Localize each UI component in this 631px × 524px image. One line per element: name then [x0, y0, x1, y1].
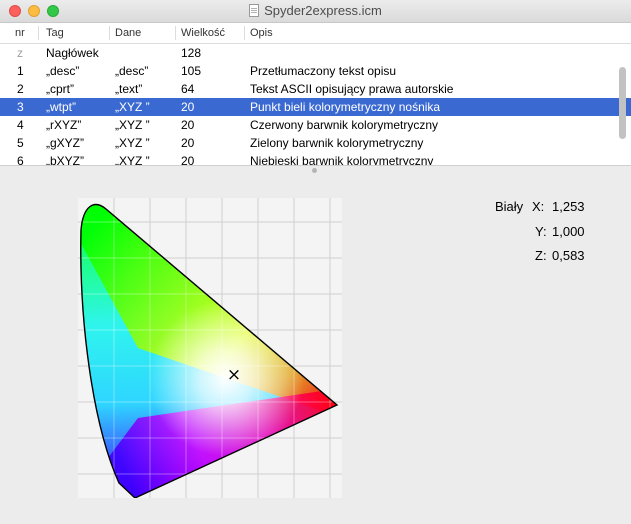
table-header: nr Tag Dane Wielkość Opis	[0, 23, 631, 44]
header-separator[interactable]	[109, 26, 110, 40]
table-scrollbar[interactable]	[619, 67, 626, 139]
divider-handle-icon[interactable]	[312, 168, 317, 173]
cell-tag: „bXYZ”	[46, 154, 85, 165]
y-label: Y:	[535, 224, 547, 239]
cell-size: 128	[181, 46, 202, 60]
header-data[interactable]: Dane	[115, 26, 141, 40]
cell-tag: „gXYZ”	[46, 136, 85, 150]
header-tag[interactable]: Tag	[46, 26, 64, 40]
cell-size: 20	[181, 100, 195, 114]
window-title-wrap: Spyder2express.icm	[0, 3, 631, 18]
cell-nr: 2	[17, 82, 24, 96]
cell-data: „XYZ ”	[115, 118, 150, 132]
table-row-selected[interactable]: 3 „wtpt” „XYZ ” 20 Punkt bieli kolorymet…	[0, 98, 631, 116]
cell-data: „desc”	[115, 64, 149, 78]
cell-nr: 5	[17, 136, 24, 150]
cell-tag: Nagłówek	[46, 46, 99, 60]
x-value: 1,253	[552, 199, 585, 214]
title-bar: Spyder2express.icm	[0, 0, 631, 23]
window-title: Spyder2express.icm	[264, 3, 382, 18]
header-separator[interactable]	[244, 26, 245, 40]
cell-data: „XYZ ”	[115, 154, 150, 165]
table-row[interactable]: z Nagłówek 128	[0, 44, 631, 62]
table-row[interactable]: 5 „gXYZ” „XYZ ” 20 Zielony barwnik kolor…	[0, 134, 631, 152]
table-row[interactable]: 4 „rXYZ” „XYZ ” 20 Czerwony barwnik kolo…	[0, 116, 631, 134]
cell-data: „XYZ ”	[115, 100, 150, 114]
white-point-title: Biały	[495, 199, 524, 214]
cell-size: 105	[181, 64, 202, 78]
tag-table[interactable]: nr Tag Dane Wielkość Opis z Nagłówek 128…	[0, 23, 631, 165]
cell-description: Niebieski barwnik kolorymetryczny	[250, 154, 434, 165]
cell-tag: „cprt”	[46, 82, 74, 96]
white-point-marker: ×	[227, 365, 241, 385]
cell-data: „text”	[115, 82, 143, 96]
document-icon[interactable]	[249, 4, 260, 17]
cell-data: „XYZ ”	[115, 136, 150, 150]
cell-nr: 6	[17, 154, 24, 165]
cell-description: Czerwony barwnik kolorymetryczny	[250, 118, 439, 132]
cell-nr: 1	[17, 64, 24, 78]
header-separator[interactable]	[175, 26, 176, 40]
cell-size: 20	[181, 154, 195, 165]
cell-nr: 3	[17, 100, 24, 114]
cell-tag: „wtpt”	[46, 100, 76, 114]
cell-description: Punkt bieli kolorymetryczny nośnika	[250, 100, 441, 114]
cell-tag: „rXYZ”	[46, 118, 82, 132]
window: Spyder2express.icm nr Tag Dane Wielkość …	[0, 0, 631, 524]
header-size[interactable]: Wielkość	[181, 26, 225, 40]
cell-nr: z	[17, 46, 23, 60]
cell-size: 20	[181, 136, 195, 150]
cell-description: Przetłumaczony tekst opisu	[250, 64, 397, 78]
y-value: 1,000	[552, 224, 585, 239]
table-row[interactable]: 2 „cprt” „text” 64 Tekst ASCII opisujący…	[0, 80, 631, 98]
z-value: 0,583	[552, 248, 585, 263]
header-nr[interactable]: nr	[15, 26, 25, 40]
table-row[interactable]: 1 „desc” „desc” 105 Przetłumaczony tekst…	[0, 62, 631, 80]
cell-nr: 4	[17, 118, 24, 132]
table-row[interactable]: 6 „bXYZ” „XYZ ” 20 Niebieski barwnik kol…	[0, 152, 631, 165]
header-description[interactable]: Opis	[250, 26, 273, 40]
chromaticity-diagram: ×	[78, 198, 342, 498]
x-label: X:	[532, 199, 545, 214]
cell-size: 64	[181, 82, 195, 96]
cell-description: Tekst ASCII opisujący prawa autorskie	[250, 82, 454, 96]
split-view-divider[interactable]	[0, 165, 631, 175]
cell-tag: „desc”	[46, 64, 80, 78]
header-separator[interactable]	[38, 26, 39, 40]
z-label: Z:	[535, 248, 547, 263]
cell-size: 20	[181, 118, 195, 132]
cell-description: Zielony barwnik kolorymetryczny	[250, 136, 424, 150]
